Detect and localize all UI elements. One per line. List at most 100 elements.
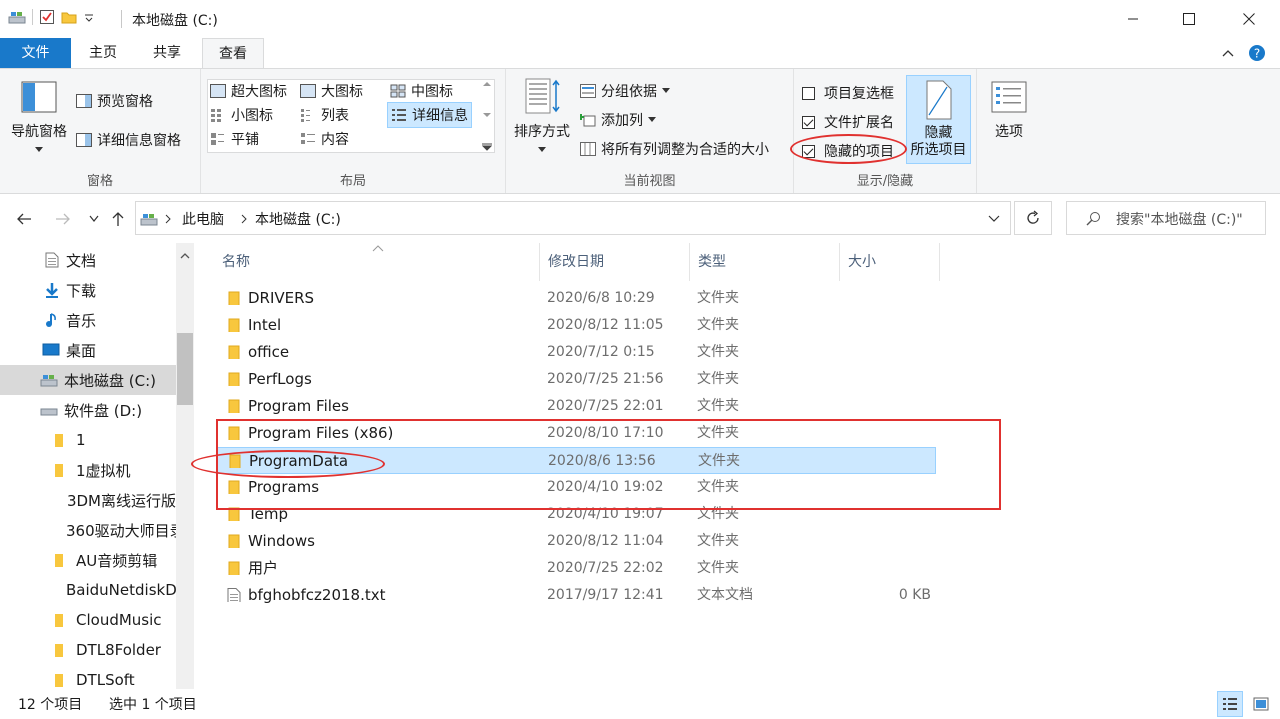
refresh-button[interactable] <box>1014 201 1052 235</box>
sort-by-icon <box>525 78 560 114</box>
expand-gallery-icon[interactable] <box>482 143 492 151</box>
annotation-ellipse-hidden-items <box>790 134 907 164</box>
details-view-button[interactable] <box>1217 691 1243 717</box>
checkbox[interactable] <box>802 115 815 129</box>
collapse-ribbon-icon[interactable] <box>1222 48 1234 58</box>
nav-item-folder[interactable]: 1 <box>0 425 176 455</box>
fit-columns-button[interactable]: 将所有列调整为合适的大小 <box>580 139 769 159</box>
refresh-icon <box>1027 210 1039 224</box>
nav-item-downloads[interactable]: 下载 <box>0 275 176 305</box>
nav-item-folder[interactable]: 3DM离线运行版 <box>0 485 176 515</box>
breadcrumb-item[interactable]: 此电脑 <box>182 209 224 229</box>
nav-item-desktop[interactable]: 桌面 <box>0 335 176 365</box>
column-header-size[interactable]: 大小 <box>840 243 940 281</box>
maximize-button[interactable] <box>1166 0 1212 38</box>
item-checkboxes-toggle[interactable]: 项目复选框 <box>802 83 894 103</box>
add-column-icon <box>580 114 596 127</box>
group-by-icon <box>580 84 596 98</box>
sort-by-button[interactable]: 排序方式 <box>510 77 574 157</box>
file-row[interactable]: Program Files 2020/7/25 22:01 文件夹 <box>216 393 936 420</box>
help-icon[interactable]: ? <box>1248 44 1266 62</box>
large-icons-view-button[interactable] <box>1248 691 1274 717</box>
scroll-down-icon[interactable] <box>483 112 491 118</box>
up-icon[interactable] <box>110 211 126 227</box>
group-by-label: 分组依据 <box>601 84 657 100</box>
folder-icon <box>228 399 240 413</box>
nav-pane-button[interactable]: 导航窗格 <box>6 81 72 157</box>
nav-item-folder[interactable]: CloudMusic <box>0 605 176 635</box>
search-icon <box>1086 212 1100 226</box>
column-header-date[interactable]: 修改日期 <box>540 243 690 281</box>
file-row[interactable]: 用户 2020/7/25 22:02 文件夹 <box>216 555 936 582</box>
tab-view[interactable]: 查看 <box>202 38 264 69</box>
layout-extra-large-icons[interactable]: 超大图标 <box>210 81 287 101</box>
folder-icon <box>55 614 63 627</box>
nav-item-folder[interactable]: 1虚拟机 <box>0 455 176 485</box>
breadcrumb-item[interactable]: 本地磁盘 (C:) <box>255 209 341 229</box>
preview-pane-button[interactable]: 预览窗格 <box>76 91 153 111</box>
layout-medium-icons[interactable]: 中图标 <box>390 81 453 101</box>
minimize-button[interactable] <box>1110 0 1156 38</box>
file-row[interactable]: bfghobfcz2018.txt 2017/9/17 12:41 文本文档 0 KB <box>216 582 936 609</box>
nav-item-label: BaiduNetdiskDownload <box>66 581 176 599</box>
folder-icon <box>55 464 63 477</box>
chevron-right-icon[interactable] <box>240 214 248 224</box>
nav-item-label: 3DM离线运行版 <box>66 491 176 510</box>
nav-item-local-disk-c[interactable]: 本地磁盘 (C:) <box>0 365 176 395</box>
layout-large-icons[interactable]: 大图标 <box>300 81 363 101</box>
forward-icon[interactable] <box>55 211 71 227</box>
back-icon[interactable] <box>16 211 32 227</box>
file-type: 文件夹 <box>697 398 739 414</box>
scroll-up-icon[interactable] <box>483 81 491 87</box>
address-dropdown-icon[interactable] <box>988 215 1000 223</box>
layout-details[interactable]: 详细信息 <box>387 102 472 128</box>
nav-item-folder[interactable]: 360驱动大师目录 <box>0 515 176 545</box>
hide-selected-label: 隐藏 <box>924 125 953 141</box>
nav-item-software-disk-d[interactable]: 软件盘 (D:) <box>0 395 176 425</box>
scroll-thumb[interactable] <box>177 333 193 405</box>
layout-content[interactable]: 内容 <box>300 129 349 149</box>
add-column-button[interactable]: 添加列 <box>580 110 656 130</box>
recent-locations-icon[interactable] <box>89 215 99 223</box>
layout-label: 中图标 <box>411 84 453 100</box>
customize-qat-icon[interactable] <box>83 9 95 25</box>
options-button[interactable]: 选项 <box>981 81 1037 141</box>
nav-item-folder[interactable]: AU音频剪辑 <box>0 545 176 575</box>
chevron-right-icon[interactable] <box>164 214 172 224</box>
svg-text:?: ? <box>1254 47 1260 61</box>
file-row[interactable]: Windows 2020/8/12 11:04 文件夹 <box>216 528 936 555</box>
group-panes: 导航窗格 预览窗格 详细信息窗格 窗格 <box>0 69 201 193</box>
file-name: bfghobfcz2018.txt <box>248 586 386 604</box>
file-row[interactable]: PerfLogs 2020/7/25 21:56 文件夹 <box>216 366 936 393</box>
layout-tiles[interactable]: 平铺 <box>210 129 259 149</box>
tab-home[interactable]: 主页 <box>76 38 130 68</box>
column-header-name[interactable]: 名称 <box>214 243 540 281</box>
group-by-button[interactable]: 分组依据 <box>580 81 670 101</box>
tab-share[interactable]: 共享 <box>140 38 194 68</box>
layout-gallery-scroll[interactable] <box>480 81 494 151</box>
file-row[interactable]: DRIVERS 2020/6/8 10:29 文件夹 <box>216 285 936 312</box>
search-box[interactable]: 搜索"本地磁盘 (C:)" <box>1066 201 1266 235</box>
nav-item-folder[interactable]: DTL8Folder <box>0 635 176 665</box>
file-row[interactable]: office 2020/7/12 0:15 文件夹 <box>216 339 936 366</box>
nav-item-music[interactable]: 音乐 <box>0 305 176 335</box>
close-button[interactable] <box>1226 0 1272 38</box>
column-header-type[interactable]: 类型 <box>690 243 840 281</box>
file-extensions-toggle[interactable]: 文件扩展名 <box>802 112 894 132</box>
checkbox[interactable] <box>802 86 815 100</box>
tab-file[interactable]: 文件 <box>0 38 71 68</box>
scroll-up-icon[interactable] <box>176 249 194 263</box>
file-row[interactable]: Intel 2020/8/12 11:05 文件夹 <box>216 312 936 339</box>
nav-item-folder[interactable]: BaiduNetdiskDownload <box>0 575 176 605</box>
address-bar[interactable]: 此电脑 本地磁盘 (C:) <box>135 201 1011 235</box>
layout-list[interactable]: 列表 <box>300 105 349 125</box>
details-pane-button[interactable]: 详细信息窗格 <box>76 130 181 150</box>
hide-selected-button[interactable]: 隐藏 所选项目 <box>906 75 971 164</box>
layout-small-icons[interactable]: 小图标 <box>210 105 273 125</box>
properties-icon[interactable] <box>39 9 55 25</box>
layout-label: 小图标 <box>231 108 273 124</box>
nav-item-documents[interactable]: 文档 <box>0 245 176 275</box>
download-icon <box>46 283 58 298</box>
new-folder-icon[interactable] <box>61 9 77 25</box>
file-name: office <box>248 343 290 361</box>
